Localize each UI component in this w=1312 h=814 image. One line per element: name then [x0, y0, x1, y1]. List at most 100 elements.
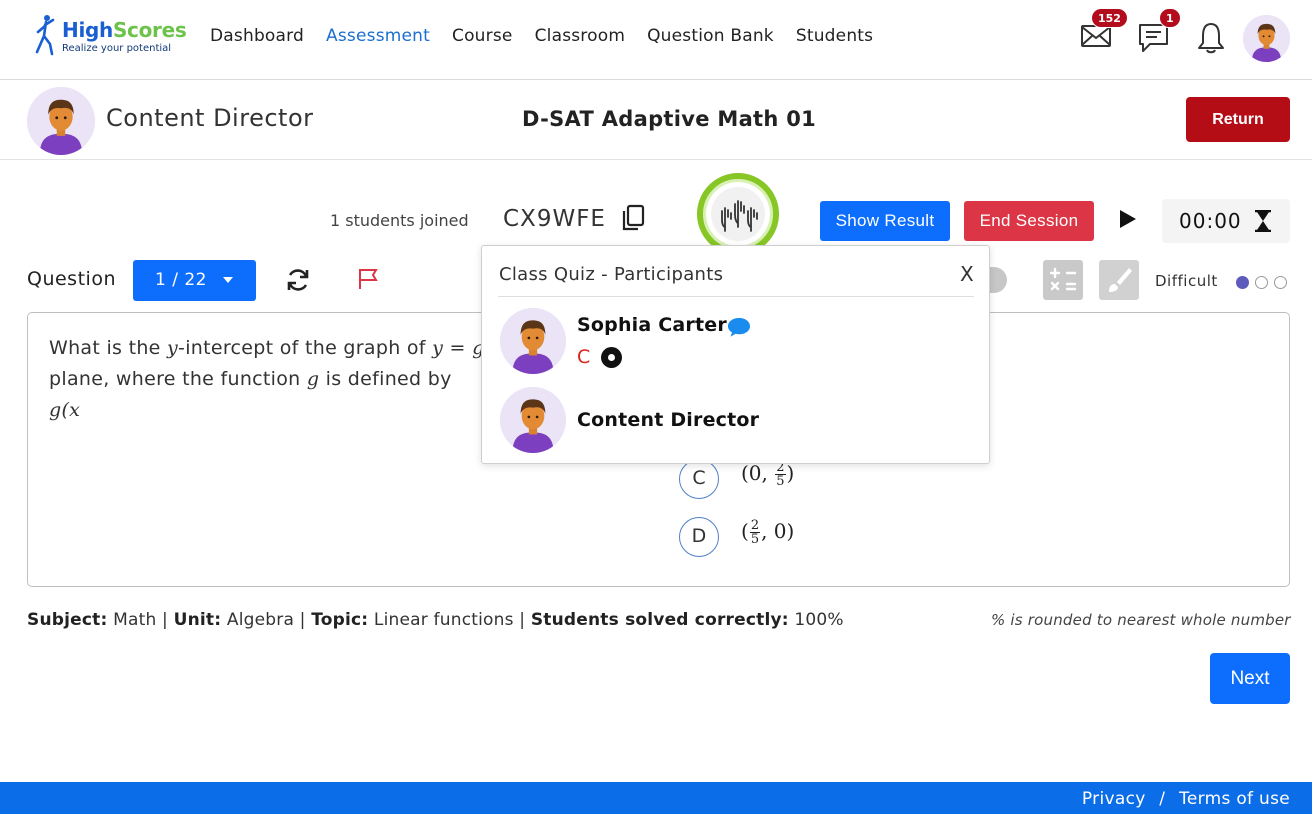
difficulty-dot — [1236, 276, 1249, 289]
question-meta: Subject: Math | Unit: Algebra | Topic: L… — [27, 610, 844, 630]
footer: Privacy / Terms of use — [0, 782, 1312, 814]
choice-expression-part: ) — [786, 461, 795, 485]
show-result-button[interactable]: Show Result — [820, 201, 950, 241]
bell-icon — [1198, 23, 1224, 54]
question-selector-value: 1 / 22 — [155, 270, 207, 290]
choice-expression-part: (0, — [741, 461, 775, 485]
fraction-numerator: 2 — [749, 518, 761, 533]
footer-links: Privacy / Terms of use — [1082, 789, 1290, 809]
hourglass-icon — [1255, 210, 1271, 232]
participants-button[interactable] — [697, 173, 779, 255]
question-text-part: plane, where the function — [49, 368, 307, 390]
flag-icon[interactable] — [357, 267, 381, 291]
brand-logo[interactable]: HighScores Realize your potential — [30, 14, 187, 60]
meta-separator: | — [519, 610, 526, 630]
students-joined-text: 1 students joined — [330, 211, 469, 230]
participant-avatar — [500, 387, 566, 453]
assessment-title: D-SAT Adaptive Math 01 — [522, 107, 817, 131]
nav-assessment[interactable]: Assessment — [326, 26, 430, 46]
raised-hands-icon — [721, 200, 758, 232]
choice-expression-part: ( — [741, 519, 749, 543]
answer-status-icon — [601, 347, 622, 368]
nav-course[interactable]: Course — [452, 26, 513, 46]
avatar-icon — [1243, 15, 1290, 62]
privacy-link[interactable]: Privacy — [1082, 789, 1146, 809]
participants-icon-bg — [711, 187, 765, 241]
question-equation: g(x — [49, 399, 81, 421]
timer: 00:00 — [1162, 199, 1290, 243]
question-label: Question — [27, 268, 116, 290]
meta-label: Topic: — [311, 610, 369, 630]
mail-count-badge: 152 — [1091, 8, 1128, 28]
chat-icon[interactable] — [727, 316, 751, 338]
participant-answer: C — [577, 346, 591, 368]
brand-name-part1: High — [62, 18, 113, 42]
main-nav: Dashboard Assessment Course Classroom Qu… — [210, 26, 895, 46]
fraction-denominator: 5 — [750, 532, 760, 547]
choice-letter[interactable]: D — [679, 517, 719, 557]
difficulty-label: Difficult — [1155, 272, 1218, 290]
question-selector[interactable]: 1 / 22 — [133, 260, 256, 301]
popup-title: Class Quiz - Participants — [499, 264, 724, 285]
footer-separator: / — [1159, 789, 1166, 809]
draw-button[interactable] — [1099, 260, 1139, 300]
nav-dashboard[interactable]: Dashboard — [210, 26, 304, 46]
nav-question-bank[interactable]: Question Bank — [647, 26, 774, 46]
runner-logo-icon — [35, 15, 55, 56]
user-avatar[interactable] — [1243, 15, 1290, 62]
play-icon[interactable] — [1118, 208, 1138, 230]
end-session-button[interactable]: End Session — [964, 201, 1094, 241]
meta-solved-percent: 100% — [794, 610, 844, 630]
question-text: What is the y-intercept of the graph of … — [49, 333, 489, 426]
meta-label: Unit: — [173, 610, 222, 630]
session-code: CX9WFE — [503, 206, 606, 232]
copy-icon[interactable] — [620, 204, 646, 232]
calculator-button[interactable] — [1043, 260, 1083, 300]
nav-classroom[interactable]: Classroom — [535, 26, 626, 46]
meta-label: Students solved correctly: — [530, 610, 789, 630]
next-button[interactable]: Next — [1210, 653, 1290, 704]
participant-name: Sophia Carter — [577, 314, 727, 336]
choice-expression: (2 5, 0) — [741, 519, 794, 546]
meta-topic: Linear functions — [373, 610, 514, 630]
nav-students[interactable]: Students — [796, 26, 873, 46]
header-avatar — [27, 87, 95, 155]
timer-value: 00:00 — [1179, 209, 1242, 233]
fraction: 25 — [775, 461, 786, 488]
question-var: g — [306, 368, 320, 390]
participant-avatar — [500, 308, 566, 374]
brand-tagline: Realize your potential — [62, 43, 172, 54]
avatar-icon — [27, 87, 95, 155]
choice-expression-part: , 0) — [761, 519, 795, 543]
terms-link[interactable]: Terms of use — [1179, 789, 1290, 809]
calculator-icon — [1049, 267, 1077, 291]
choice-expression: (0, 2 5) — [741, 461, 794, 488]
refresh-icon[interactable] — [285, 267, 311, 293]
meta-separator: | — [162, 610, 168, 630]
difficulty-indicator — [1236, 276, 1288, 290]
return-button[interactable]: Return — [1186, 97, 1290, 142]
question-text-part: is defined by — [319, 368, 452, 390]
meta-label: Subject: — [27, 610, 108, 630]
fraction: 25 — [749, 518, 761, 547]
close-icon[interactable]: X — [960, 262, 974, 286]
meta-subject: Math — [113, 610, 157, 630]
caret-down-icon — [223, 277, 233, 283]
participants-popup: Class Quiz - Participants X Sophia Carte… — [481, 245, 990, 464]
brand-name: HighScores — [62, 18, 187, 42]
top-navbar: HighScores Realize your potential Dashbo… — [0, 0, 1312, 80]
avatar-icon — [500, 308, 566, 374]
question-var: y — [167, 337, 179, 359]
difficulty-dot — [1255, 276, 1268, 289]
question-text-part: What is the — [49, 337, 167, 359]
question-equation: y = g — [432, 337, 485, 359]
choice-letter[interactable]: C — [679, 459, 719, 499]
difficulty-dot — [1274, 276, 1287, 289]
divider — [498, 296, 974, 297]
participant-name: Content Director — [577, 409, 760, 431]
notifications-button[interactable] — [1195, 21, 1229, 55]
header-user-name: Content Director — [106, 104, 314, 132]
question-text-part: -intercept of the graph of — [178, 337, 433, 359]
meta-unit: Algebra — [226, 610, 295, 630]
session-header: Content Director D-SAT Adaptive Math 01 … — [0, 80, 1312, 160]
